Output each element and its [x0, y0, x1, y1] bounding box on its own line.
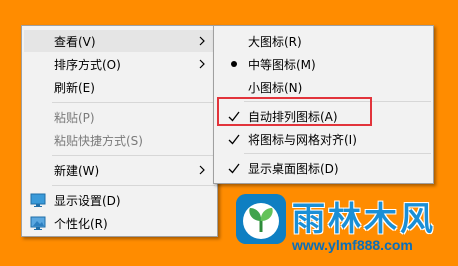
menu-item-large-icons[interactable]: 大图标(R) — [216, 30, 431, 52]
menu-item-label: 个性化(R) — [54, 216, 108, 231]
menu-item-new[interactable]: 新建(W) — [24, 159, 215, 181]
menu-separator — [244, 153, 431, 154]
desktop-context-menu: 查看(V) 排序方式(O) 刷新(E) 粘贴(P) 粘贴快捷方式(S) 新建(W… — [21, 25, 218, 237]
menu-item-show-desktop-icons[interactable]: 显示桌面图标(D) — [216, 157, 431, 179]
menu-item-medium-icons[interactable]: 中等图标(M) — [216, 53, 431, 75]
chevron-right-icon — [199, 59, 205, 69]
menu-item-display-settings[interactable]: 显示设置(D) — [24, 189, 215, 211]
menu-item-view[interactable]: 查看(V) — [24, 30, 215, 52]
menu-item-label: 中等图标(M) — [248, 57, 316, 72]
check-icon — [228, 163, 240, 174]
menu-item-paste-shortcut[interactable]: 粘贴快捷方式(S) — [24, 129, 215, 151]
check-icon — [228, 134, 240, 145]
menu-separator — [52, 155, 215, 156]
menu-item-align-to-grid[interactable]: 将图标与网格对齐(I) — [216, 128, 431, 150]
menu-item-label: 显示桌面图标(D) — [248, 161, 339, 176]
highlight-callout-box — [217, 97, 372, 126]
menu-item-small-icons[interactable]: 小图标(N) — [216, 76, 431, 98]
chevron-right-icon — [199, 165, 205, 175]
radio-dot-icon — [231, 61, 237, 67]
menu-item-label: 新建(W) — [54, 163, 100, 178]
personalize-icon — [30, 216, 46, 230]
menu-item-label: 将图标与网格对齐(I) — [248, 132, 357, 147]
menu-item-paste[interactable]: 粘贴(P) — [24, 106, 215, 128]
watermark-title: 雨林木风 — [292, 199, 436, 238]
menu-item-label: 大图标(R) — [248, 34, 302, 49]
ylmf-logo-icon — [236, 194, 286, 244]
menu-item-label: 排序方式(O) — [54, 57, 121, 72]
menu-item-label: 粘贴(P) — [54, 110, 95, 125]
chevron-right-icon — [199, 36, 205, 46]
menu-item-label: 粘贴快捷方式(S) — [54, 133, 143, 148]
menu-item-sort-by[interactable]: 排序方式(O) — [24, 53, 215, 75]
display-settings-icon — [30, 193, 46, 207]
menu-separator — [52, 185, 215, 186]
menu-item-label: 查看(V) — [54, 34, 96, 49]
menu-item-label: 小图标(N) — [248, 80, 303, 95]
menu-item-label: 刷新(E) — [54, 80, 95, 95]
watermark-url: www.ylmf888.com — [292, 237, 413, 253]
menu-item-refresh[interactable]: 刷新(E) — [24, 76, 215, 98]
menu-item-label: 显示设置(D) — [54, 193, 121, 208]
watermark: 雨林木风 www.ylmf888.com — [236, 186, 458, 266]
menu-item-personalize[interactable]: 个性化(R) — [24, 212, 215, 234]
menu-separator — [52, 102, 215, 103]
